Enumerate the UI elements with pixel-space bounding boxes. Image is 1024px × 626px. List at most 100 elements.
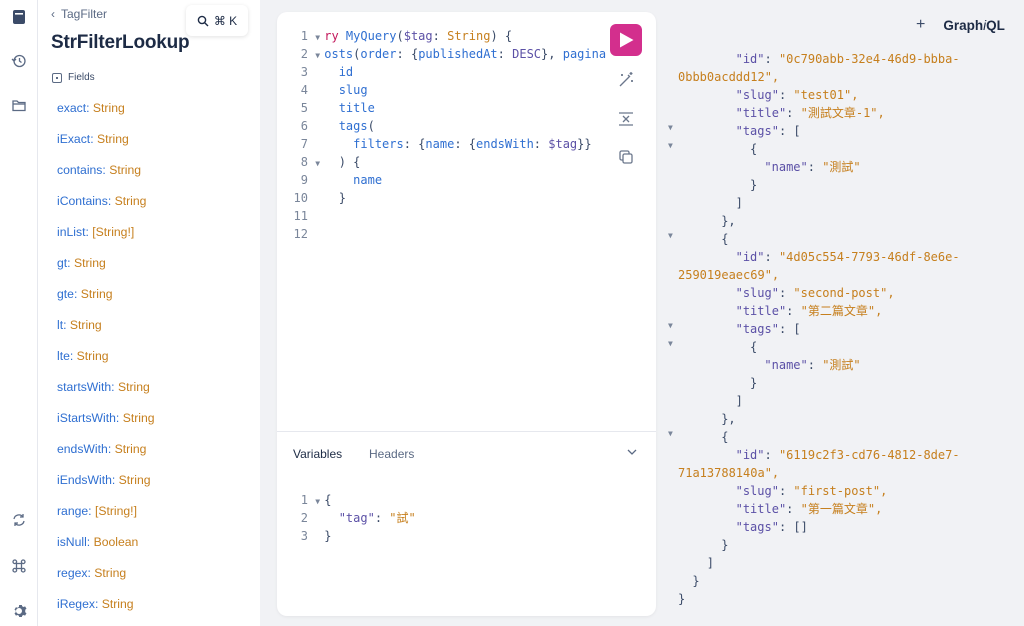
refetch-icon[interactable]: [0, 507, 38, 533]
chevron-down-icon[interactable]: [626, 445, 638, 463]
breadcrumb[interactable]: ‹ TagFilter: [51, 7, 107, 21]
history-icon[interactable]: [0, 48, 38, 74]
field-row: inList: [String!]: [57, 225, 134, 239]
field-colon: :: [115, 411, 123, 425]
field-name[interactable]: regex: [57, 566, 88, 580]
result-line: }: [678, 592, 686, 606]
magic-wand-icon: [619, 72, 633, 87]
line-number: 7: [300, 137, 308, 151]
fold-arrow-icon[interactable]: ▼: [668, 141, 673, 150]
field-type[interactable]: String: [93, 101, 125, 115]
field-colon: :: [88, 504, 95, 518]
chevron-left-icon: ‹: [51, 7, 55, 21]
field-type[interactable]: String: [102, 597, 134, 611]
line-number: 8: [300, 155, 308, 169]
result-line: "tags": []: [735, 520, 808, 534]
run-query-button[interactable]: [610, 24, 642, 56]
field-name[interactable]: startsWith: [57, 380, 111, 394]
field-type[interactable]: String: [74, 256, 106, 270]
field-name[interactable]: isNull: [57, 535, 87, 549]
tab-headers[interactable]: Headers: [369, 447, 414, 461]
field-row: contains: String: [57, 163, 141, 177]
result-viewer[interactable]: "id": "0c790abb-32e4-46d9-bbba- 0bbb0acdd…: [664, 0, 1024, 626]
line-number: 1: [300, 29, 308, 43]
field-row: gte: String: [57, 287, 113, 301]
field-type[interactable]: String: [115, 442, 147, 456]
result-line: "id": "4d05c554-7793-46df-8e6e-: [735, 250, 960, 264]
field-colon: :: [73, 287, 81, 301]
field-colon: :: [107, 442, 115, 456]
code-line: 11: [277, 207, 324, 225]
field-row: iEndsWith: String: [57, 473, 151, 487]
fold-arrow-icon[interactable]: ▼: [668, 339, 673, 348]
field-type[interactable]: String: [119, 473, 151, 487]
fields-section-header: Fields: [52, 72, 95, 83]
field-colon: :: [63, 318, 70, 332]
field-row: iContains: String: [57, 194, 146, 208]
variable-value: "試": [389, 511, 416, 525]
docs-icon[interactable]: [0, 4, 38, 30]
result-line: "tags": [: [735, 124, 801, 138]
field-type[interactable]: String: [123, 411, 155, 425]
copy-query-button[interactable]: [610, 141, 642, 173]
line-number: 3: [300, 65, 308, 79]
variables-tabs: Variables Headers: [277, 431, 656, 475]
field-type[interactable]: String: [70, 318, 102, 332]
result-line: ]: [735, 394, 743, 408]
line-number: 6: [300, 119, 308, 133]
field-name[interactable]: endsWith: [57, 442, 108, 456]
code-line: 10 }: [277, 189, 346, 207]
result-line: }: [750, 376, 758, 390]
field-type[interactable]: Boolean: [94, 535, 139, 549]
field-name[interactable]: range: [57, 504, 88, 518]
field-name[interactable]: contains: [57, 163, 102, 177]
fields-icon: [52, 72, 62, 83]
field-name[interactable]: iRegex: [57, 597, 95, 611]
field-colon: :: [86, 535, 94, 549]
result-line: "title": "測試文章-1",: [735, 106, 885, 120]
fold-arrow-icon[interactable]: ▼: [668, 231, 673, 240]
prettify-button[interactable]: [610, 64, 642, 96]
field-type[interactable]: String: [109, 163, 141, 177]
field-type[interactable]: String: [81, 287, 113, 301]
field-name[interactable]: lte: [57, 349, 70, 363]
search-button[interactable]: ⌘ K: [186, 5, 248, 36]
field-name[interactable]: iEndsWith: [57, 473, 112, 487]
settings-icon[interactable]: [0, 598, 38, 624]
code-line: 7 filters: {name: {endsWith: $tag}}: [277, 135, 592, 153]
field-name[interactable]: inList: [57, 225, 85, 239]
merge-fragments-button[interactable]: [610, 103, 642, 135]
field-row: iStartsWith: String: [57, 411, 155, 425]
line-number: 3: [300, 529, 308, 543]
code-line: 6 tags(: [277, 117, 375, 135]
field-type[interactable]: [String!]: [92, 225, 134, 239]
fold-arrow-icon[interactable]: ▼: [668, 123, 673, 132]
field-name[interactable]: iContains: [57, 194, 108, 208]
code-line: 9 name: [277, 171, 382, 189]
field-type[interactable]: String: [94, 566, 126, 580]
result-line: "title": "第一篇文章",: [735, 502, 883, 516]
fold-arrow-icon[interactable]: ▼: [668, 429, 673, 438]
field-name[interactable]: gt: [57, 256, 67, 270]
field-row: endsWith: String: [57, 442, 146, 456]
field-name[interactable]: iStartsWith: [57, 411, 116, 425]
field-name[interactable]: gte: [57, 287, 74, 301]
fold-arrow-icon[interactable]: ▼: [668, 321, 673, 330]
result-line: "id": "6119c2f3-cd76-4812-8de7-: [735, 448, 960, 462]
field-type[interactable]: String: [77, 349, 109, 363]
field-row: lt: String: [57, 318, 102, 332]
field-type[interactable]: String: [97, 132, 129, 146]
shortcut-icon[interactable]: [0, 553, 38, 579]
result-line: ]: [706, 556, 715, 570]
search-shortcut: ⌘ K: [213, 13, 238, 28]
breadcrumb-label[interactable]: TagFilter: [61, 7, 107, 21]
field-name[interactable]: iExact: [57, 132, 90, 146]
field-type[interactable]: [String!]: [95, 504, 137, 518]
tab-variables[interactable]: Variables: [293, 447, 342, 461]
folder-icon[interactable]: [0, 92, 38, 118]
field-name[interactable]: exact: [57, 101, 86, 115]
code-line: 12: [277, 225, 324, 243]
code-line: 3 id: [277, 63, 353, 81]
field-type[interactable]: String: [115, 194, 147, 208]
field-type[interactable]: String: [118, 380, 150, 394]
